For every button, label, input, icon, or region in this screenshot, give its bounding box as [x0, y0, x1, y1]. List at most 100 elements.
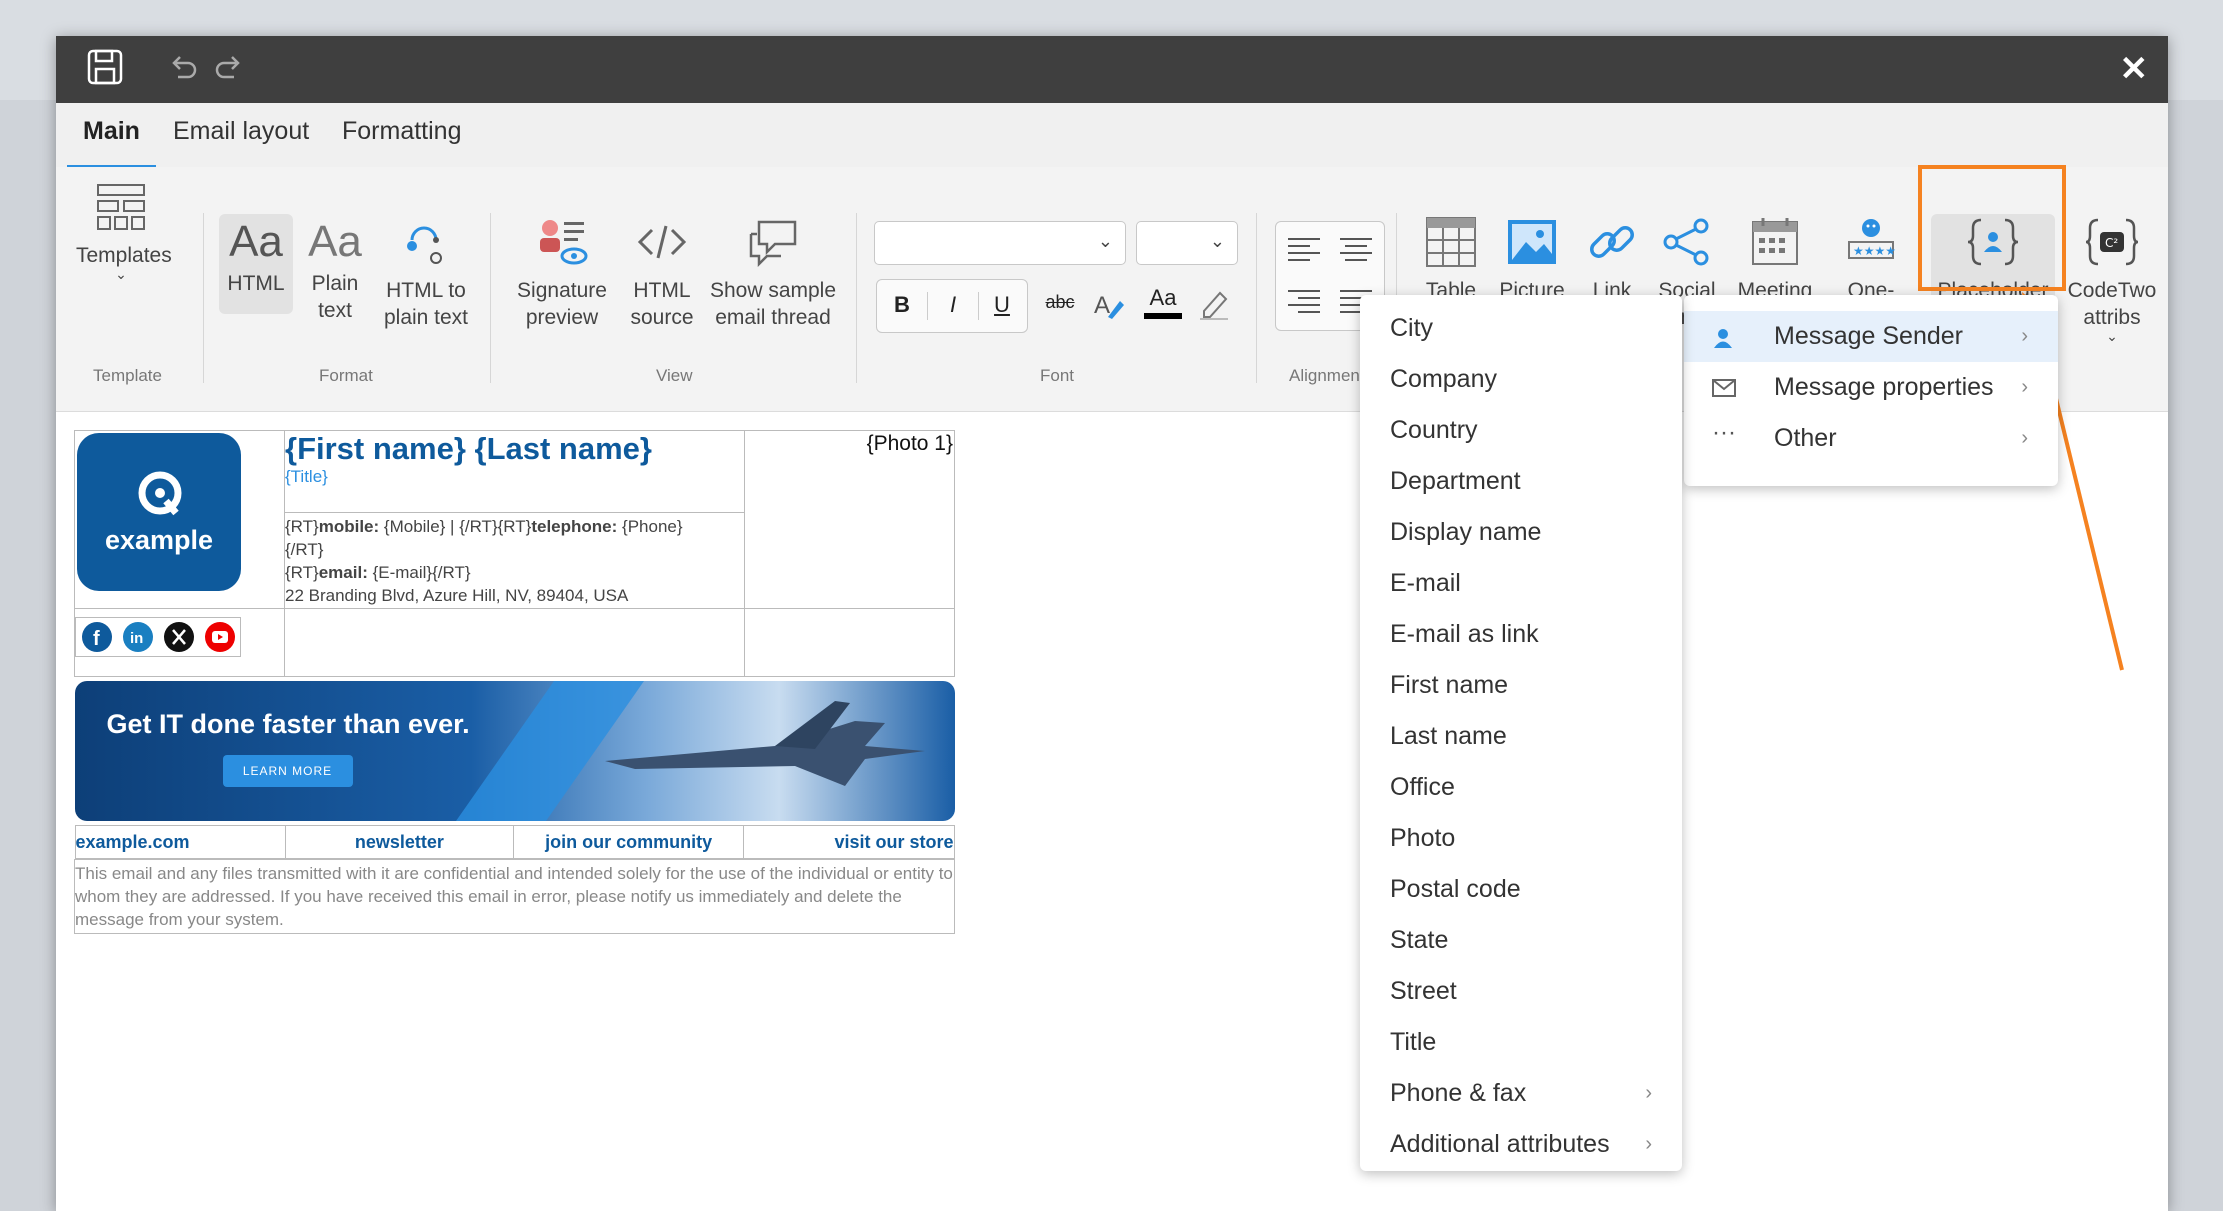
- menu-item-other[interactable]: ··· Other ›: [1684, 413, 2058, 464]
- tab-main[interactable]: Main: [83, 117, 140, 146]
- menu-item-message-properties[interactable]: Message properties ›: [1684, 362, 2058, 413]
- footer-links-cell: example.com newsletter join our communit…: [74, 824, 955, 860]
- divider: [203, 213, 204, 383]
- signature-preview-label-1: Signature: [517, 279, 607, 302]
- footer-link-community[interactable]: join our community: [514, 825, 745, 858]
- font-color-button[interactable]: Aa: [1144, 285, 1182, 319]
- footer-link-store[interactable]: visit our store: [744, 826, 953, 858]
- menu-item-department[interactable]: Department: [1360, 456, 1682, 507]
- contact-line-2: {/RT}: [285, 540, 324, 559]
- menu-item-postal-code[interactable]: Postal code: [1360, 864, 1682, 915]
- menu-item-email[interactable]: E-mail: [1360, 558, 1682, 609]
- save-icon[interactable]: [86, 48, 124, 86]
- footer-link-newsletter[interactable]: newsletter: [286, 825, 514, 858]
- html-to-plain-text-button[interactable]: HTML to plain text: [374, 214, 478, 331]
- highlight-icon[interactable]: A: [1090, 287, 1126, 323]
- font-family-dropdown[interactable]: ⌄: [874, 221, 1126, 265]
- align-right-icon[interactable]: [1286, 288, 1322, 314]
- undo-icon[interactable]: [168, 53, 198, 83]
- font-style-group: B I U: [876, 279, 1028, 333]
- picture-icon: [1508, 220, 1556, 264]
- chevron-right-icon: ›: [1645, 1133, 1652, 1155]
- title-line: {Title}: [285, 467, 328, 486]
- contact-line-3: {RT}email: {E-mail}{/RT}: [285, 563, 471, 582]
- email-thread-icon: [749, 220, 797, 268]
- menu-item-additional-attributes[interactable]: Additional attributes ›: [1360, 1119, 1682, 1170]
- menu-item-country[interactable]: Country: [1360, 405, 1682, 456]
- menu-item-street[interactable]: Street: [1360, 966, 1682, 1017]
- promo-banner[interactable]: Get IT done faster than ever. LEARN MORE: [74, 680, 955, 821]
- html-to-plain-label-2: plain text: [383, 306, 469, 329]
- footer-link-website[interactable]: example.com: [76, 825, 286, 858]
- plain-text-button[interactable]: Aa Plain text: [301, 214, 369, 324]
- close-button[interactable]: ✕: [2120, 49, 2149, 89]
- signature-table: example {First name} {Last name} {Title}…: [74, 430, 955, 934]
- social-cell: f in: [74, 608, 285, 677]
- plain-text-label-1: Plain: [311, 272, 359, 295]
- menu-item-photo[interactable]: Photo: [1360, 813, 1682, 864]
- signature-editor-window: ✕ Main Email layout Formatting Templates…: [56, 36, 2168, 1211]
- divider: [1256, 213, 1257, 383]
- svg-text:★★★★: ★★★★: [1853, 244, 1896, 258]
- menu-item-company[interactable]: Company: [1360, 354, 1682, 405]
- table-button[interactable]: Table: [1416, 214, 1486, 304]
- menu-item-email-as-link[interactable]: E-mail as link: [1360, 609, 1682, 660]
- show-thread-label-1: Show sample: [709, 279, 837, 302]
- show-sample-thread-button[interactable]: Show sample email thread: [702, 214, 844, 331]
- group-label-font: Font: [1040, 366, 1075, 385]
- more-icon: ···: [1712, 419, 1736, 446]
- picture-button[interactable]: Picture: [1492, 214, 1572, 304]
- group-label-format: Format: [319, 366, 373, 385]
- menu-item-last-name[interactable]: Last name: [1360, 711, 1682, 762]
- learn-more-button[interactable]: LEARN MORE: [222, 754, 353, 787]
- survey-icon: ★★★★: [1848, 219, 1896, 259]
- menu-item-display-name[interactable]: Display name: [1360, 507, 1682, 558]
- address-line: 22 Branding Blvd, Azure Hill, NV, 89404,…: [285, 586, 629, 605]
- underline-button[interactable]: U: [977, 292, 1027, 318]
- align-center-icon[interactable]: [1338, 236, 1374, 262]
- signature-preview-icon: [540, 220, 588, 265]
- title-bar: ✕: [56, 36, 2168, 103]
- photo-placeholder: {Photo 1}: [866, 432, 953, 455]
- clear-format-icon[interactable]: [1196, 285, 1232, 321]
- svg-text:in: in: [130, 630, 143, 647]
- italic-button[interactable]: I: [927, 292, 979, 320]
- menu-item-phone-fax[interactable]: Phone & fax ›: [1360, 1068, 1682, 1119]
- templates-icon: [97, 184, 145, 230]
- redo-icon[interactable]: [214, 53, 244, 83]
- tab-formatting[interactable]: Formatting: [342, 117, 461, 146]
- jet-image: [604, 700, 925, 786]
- linkedin-icon[interactable]: in: [122, 621, 154, 653]
- menu-item-city[interactable]: City: [1360, 303, 1682, 354]
- plain-text-icon: Aa: [308, 217, 362, 266]
- font-size-dropdown[interactable]: ⌄: [1136, 221, 1238, 265]
- strikethrough-button[interactable]: abc: [1040, 292, 1080, 313]
- menu-item-message-sender[interactable]: Message Sender ›: [1684, 311, 2058, 362]
- plain-text-label-2: text: [318, 299, 352, 322]
- html-source-label-1: HTML: [633, 279, 691, 302]
- menu-item-state[interactable]: State: [1360, 915, 1682, 966]
- html-source-label-2: source: [630, 306, 694, 329]
- contact-line-1: {RT}mobile: {Mobile} | {/RT}{RT}telephon…: [285, 517, 683, 536]
- html-source-button[interactable]: HTML source: [618, 214, 706, 331]
- codetwo-icon: C²: [2085, 218, 2139, 266]
- link-button[interactable]: Link: [1580, 214, 1644, 304]
- youtube-icon[interactable]: [204, 621, 236, 653]
- menu-item-title[interactable]: Title: [1360, 1017, 1682, 1068]
- tab-bar: Main Email layout Formatting: [56, 103, 2168, 170]
- font-color-swatch: [1144, 313, 1182, 319]
- align-left-icon[interactable]: [1286, 236, 1322, 262]
- logo-cell: example: [74, 430, 285, 609]
- company-logo: example: [77, 433, 241, 591]
- tab-email-layout[interactable]: Email layout: [173, 117, 309, 146]
- menu-label-message-sender: Message Sender: [1774, 322, 1964, 350]
- html-format-button[interactable]: Aa HTML: [219, 214, 293, 314]
- chevron-right-icon: ›: [1645, 1082, 1652, 1104]
- templates-button[interactable]: Templates ⌄: [76, 181, 172, 281]
- facebook-icon[interactable]: f: [81, 621, 113, 653]
- signature-preview-button[interactable]: Signature preview: [512, 214, 612, 331]
- menu-item-office[interactable]: Office: [1360, 762, 1682, 813]
- bold-button[interactable]: B: [877, 292, 927, 318]
- menu-item-first-name[interactable]: First name: [1360, 660, 1682, 711]
- x-twitter-icon[interactable]: [163, 621, 195, 653]
